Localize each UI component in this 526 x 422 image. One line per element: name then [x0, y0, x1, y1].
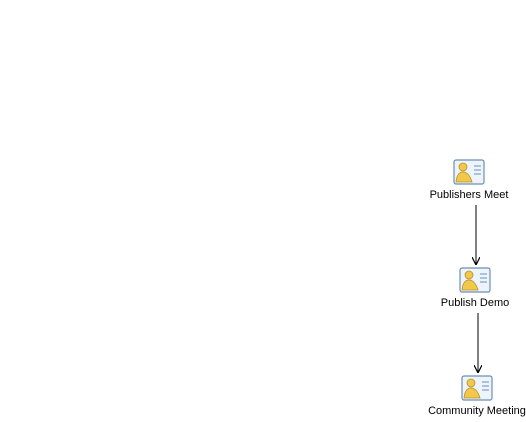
contact-card-icon	[453, 159, 485, 185]
contact-card-icon	[461, 375, 493, 401]
node-publish-demo[interactable]: Publish Demo	[420, 267, 526, 310]
node-label: Publishers Meet	[429, 189, 509, 201]
node-publishers-meet[interactable]: Publishers Meet	[414, 159, 524, 202]
node-label: Community Meeting	[428, 405, 526, 417]
contact-card-icon	[459, 267, 491, 293]
connector-layer	[0, 205, 526, 422]
node-label: Publish Demo	[440, 297, 510, 309]
node-community-meeting[interactable]: Community Meeting	[422, 375, 526, 418]
